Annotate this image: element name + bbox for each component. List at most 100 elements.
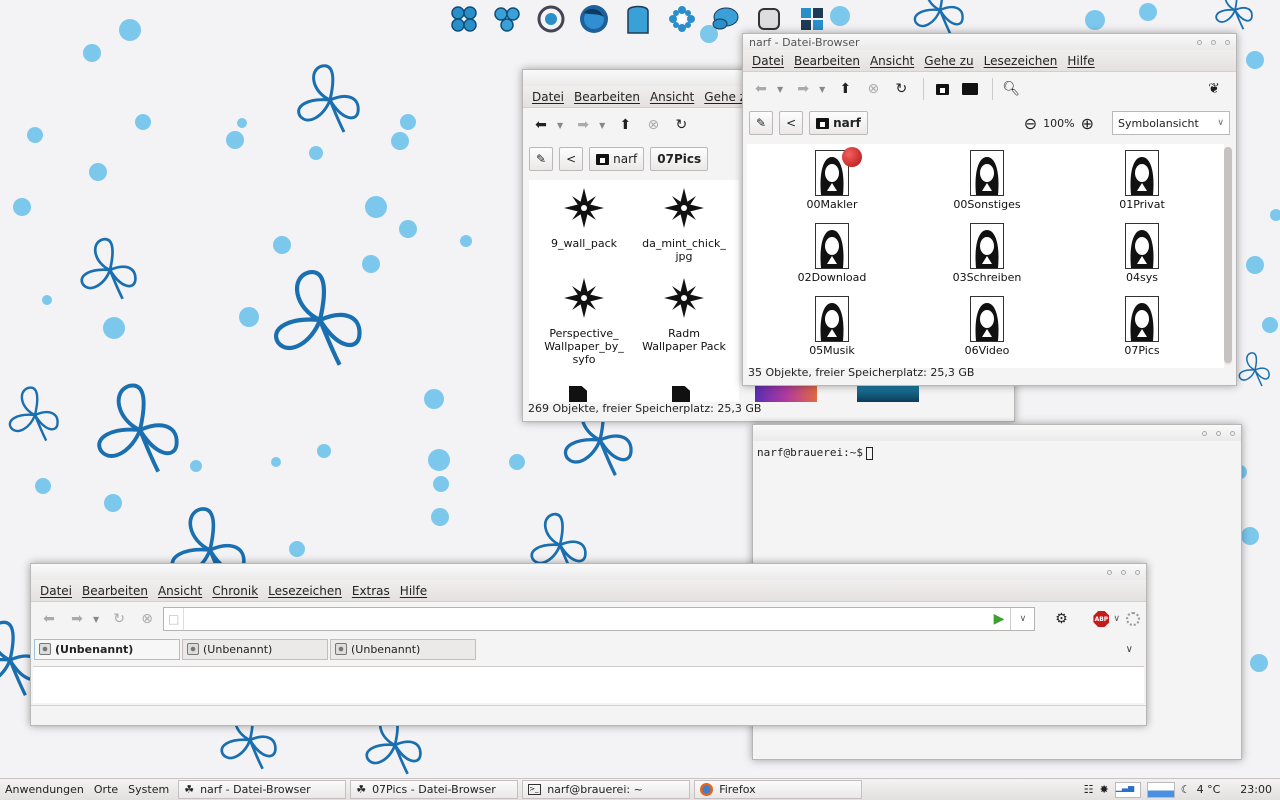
view-mode-select[interactable]: Symbolansicht ∨ bbox=[1112, 111, 1230, 135]
menu-bearbeiten[interactable]: Bearbeiten bbox=[77, 584, 153, 598]
url-bar[interactable]: □ ▶ ∨ bbox=[163, 607, 1036, 631]
maximize-button[interactable] bbox=[1211, 39, 1216, 45]
back-history-chevron-down-icon[interactable]: ▼ bbox=[777, 85, 783, 94]
menu-gehe-zu[interactable]: Gehe zu bbox=[919, 54, 978, 68]
file-item[interactable]: Radm Wallpaper Pack bbox=[629, 276, 739, 353]
title-bar[interactable]: narf - Datei-Browser bbox=[743, 34, 1236, 50]
maximize-button[interactable] bbox=[1121, 569, 1126, 575]
scrollbar-thumb[interactable] bbox=[1224, 147, 1232, 363]
back-history-chevron-down-icon[interactable]: ▼ bbox=[557, 121, 563, 130]
back-button[interactable]: ⬅ bbox=[749, 77, 773, 101]
target-icon[interactable] bbox=[535, 3, 567, 35]
url-dropdown-chevron-down-icon[interactable]: ∨ bbox=[1010, 608, 1034, 630]
tab-unbenannt-3[interactable]: (Unbenannt) bbox=[330, 638, 476, 660]
forward-button[interactable]: ➡ bbox=[791, 77, 815, 101]
maximize-button[interactable] bbox=[1216, 430, 1221, 436]
forward-history-chevron-down-icon[interactable]: ▼ bbox=[599, 121, 605, 130]
up-button[interactable]: ⬆ bbox=[833, 77, 857, 101]
folder-item[interactable]: 05Musik bbox=[777, 296, 887, 357]
vertical-scrollbar[interactable] bbox=[1224, 147, 1232, 365]
network-icon[interactable]: ✸ bbox=[1100, 783, 1109, 796]
menu-datei[interactable]: Datei bbox=[527, 90, 569, 104]
stop-button[interactable]: ⊗ bbox=[861, 77, 885, 101]
computer-button[interactable] bbox=[958, 77, 982, 101]
tab-unbenannt-2[interactable]: (Unbenannt) bbox=[182, 638, 328, 660]
menu-lesezeichen[interactable]: Lesezeichen bbox=[979, 54, 1063, 68]
forward-button[interactable]: ➡ bbox=[571, 113, 595, 137]
tab-icon[interactable] bbox=[622, 3, 654, 35]
stop-button[interactable]: ⊗ bbox=[641, 113, 665, 137]
folder-item[interactable]: 00Makler bbox=[777, 150, 887, 211]
file-item[interactable]: 9_wall_pack bbox=[529, 186, 639, 250]
chat-icon[interactable] bbox=[709, 3, 741, 35]
history-chevron-down-icon[interactable]: ▼ bbox=[93, 615, 99, 624]
folder-item[interactable]: 01Privat bbox=[1087, 150, 1197, 211]
back-button[interactable]: ⬅ bbox=[529, 113, 553, 137]
path-left-button[interactable]: < bbox=[779, 111, 804, 135]
firefox-icon[interactable] bbox=[578, 3, 610, 35]
search-button[interactable]: 🔍︎ bbox=[999, 77, 1023, 101]
task-terminal[interactable]: >_ narf@brauerei: ~ bbox=[522, 780, 691, 799]
task-narf-browser[interactable]: ☘ narf - Datei-Browser bbox=[178, 780, 347, 799]
menu-chronik[interactable]: Chronik bbox=[207, 584, 263, 598]
battery-meter-icon[interactable] bbox=[1146, 781, 1175, 798]
edit-location-button[interactable]: ✎ bbox=[749, 111, 774, 135]
menu-datei[interactable]: Datei bbox=[35, 584, 77, 598]
menu-bearbeiten[interactable]: Bearbeiten bbox=[569, 90, 645, 104]
url-input[interactable] bbox=[184, 609, 988, 629]
folder-item[interactable]: 02Download bbox=[777, 223, 887, 284]
close-button[interactable] bbox=[1230, 430, 1235, 436]
tab-list-chevron-down-icon[interactable]: ∨ bbox=[1126, 644, 1133, 655]
volume-icon[interactable]: ▁▃▅ bbox=[1114, 781, 1141, 798]
folder-item[interactable]: 03Schreiben bbox=[932, 223, 1042, 284]
minimize-button[interactable] bbox=[1197, 39, 1202, 45]
adblock-button[interactable]: ABP bbox=[1093, 611, 1110, 627]
forward-button[interactable]: ➡ bbox=[65, 607, 89, 631]
forward-history-chevron-down-icon[interactable]: ▼ bbox=[819, 85, 825, 94]
menu-ansicht[interactable]: Ansicht bbox=[153, 584, 207, 598]
menu-hilfe[interactable]: Hilfe bbox=[395, 584, 432, 598]
square-icon[interactable] bbox=[753, 3, 785, 35]
task-07pics-browser[interactable]: ☘ 07Pics - Datei-Browser bbox=[350, 780, 519, 799]
adblock-chevron-down-icon[interactable]: ∨ bbox=[1113, 614, 1120, 624]
reload-button[interactable]: ↻ bbox=[669, 113, 693, 137]
minimize-button[interactable] bbox=[1107, 569, 1112, 575]
reload-button[interactable]: ↻ bbox=[107, 607, 131, 631]
stop-button[interactable]: ⊗ bbox=[135, 607, 159, 631]
close-button[interactable] bbox=[1225, 39, 1230, 45]
title-bar[interactable] bbox=[753, 425, 1241, 441]
folder-item[interactable]: 00Sonstiges bbox=[932, 150, 1042, 211]
trefoil-icon[interactable] bbox=[491, 3, 523, 35]
tiles-icon[interactable] bbox=[796, 3, 828, 35]
path-home-button[interactable]: narf bbox=[589, 147, 645, 171]
applications-menu[interactable]: Anwendungen bbox=[0, 783, 89, 796]
menu-ansicht[interactable]: Ansicht bbox=[645, 90, 699, 104]
clover-icon[interactable] bbox=[448, 3, 480, 35]
flower-icon[interactable] bbox=[666, 3, 698, 35]
file-item[interactable]: Perspective_ Wallpaper_by_ syfo bbox=[529, 276, 639, 366]
path-home-button[interactable]: narf bbox=[809, 111, 868, 135]
folder-item[interactable]: 07Pics bbox=[1087, 296, 1197, 357]
folder-item[interactable]: 04sys bbox=[1087, 223, 1197, 284]
path-left-button[interactable]: < bbox=[559, 147, 584, 171]
chat-bubble-icon[interactable]: ☷ bbox=[1084, 783, 1094, 796]
menu-hilfe[interactable]: Hilfe bbox=[1062, 54, 1099, 68]
reload-button[interactable]: ↻ bbox=[889, 77, 913, 101]
clock[interactable]: 23:00 bbox=[1240, 783, 1272, 796]
go-arrow-icon[interactable]: ▶ bbox=[988, 611, 1011, 627]
up-button[interactable]: ⬆ bbox=[613, 113, 637, 137]
path-07pics-button[interactable]: 07Pics bbox=[650, 147, 709, 171]
weather-temperature[interactable]: 4 °C bbox=[1197, 783, 1221, 796]
back-button[interactable]: ⬅ bbox=[37, 607, 61, 631]
title-bar[interactable] bbox=[31, 564, 1146, 580]
system-menu[interactable]: System bbox=[123, 783, 174, 796]
places-menu[interactable]: Orte bbox=[89, 783, 123, 796]
minimize-button[interactable] bbox=[1202, 430, 1207, 436]
file-item[interactable]: da_mint_chick_ jpg bbox=[629, 186, 739, 263]
home-button[interactable] bbox=[930, 77, 954, 101]
menu-lesezeichen[interactable]: Lesezeichen bbox=[263, 584, 347, 598]
menu-datei[interactable]: Datei bbox=[747, 54, 789, 68]
menu-bearbeiten[interactable]: Bearbeiten bbox=[789, 54, 865, 68]
folder-item[interactable]: 06Video bbox=[932, 296, 1042, 357]
menu-ansicht[interactable]: Ansicht bbox=[865, 54, 919, 68]
